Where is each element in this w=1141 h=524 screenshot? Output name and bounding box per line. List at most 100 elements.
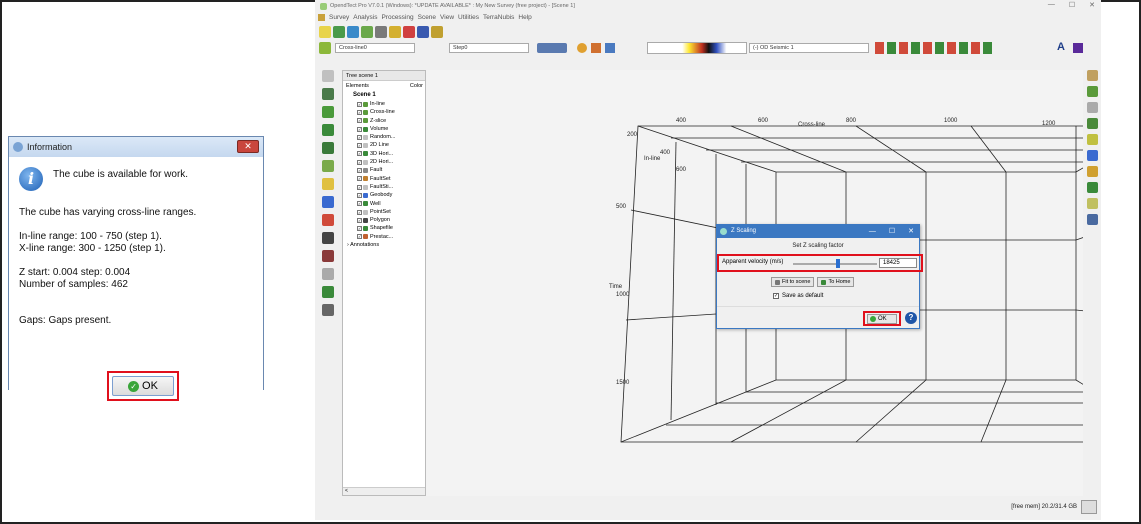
tree-checkbox[interactable]: ✓	[357, 126, 362, 132]
step-field[interactable]: Step0	[449, 43, 529, 53]
tree-checkbox[interactable]: ✓	[357, 184, 362, 190]
minimize-button[interactable]: —	[869, 225, 876, 238]
pointer-icon[interactable]	[319, 26, 331, 38]
tree-annotations[interactable]: › Annotations	[343, 241, 425, 250]
close-button[interactable]: ✕	[908, 225, 914, 238]
scroll-left-arrow[interactable]: <	[345, 488, 348, 494]
horizon-icon[interactable]	[347, 26, 359, 38]
tree-checkbox[interactable]: ✓	[357, 168, 362, 174]
maximize-button[interactable]: ☐	[889, 225, 895, 238]
close-button[interactable]: ✕	[1089, 1, 1095, 9]
tree-checkbox[interactable]: ✓	[357, 192, 362, 198]
tree-item[interactable]: ✓ 2D Line	[343, 141, 425, 149]
fit-to-scene-button[interactable]: Fit to scene	[771, 277, 815, 287]
menu-processing[interactable]: Processing	[381, 14, 413, 21]
tree-item[interactable]: ✓ PointSet	[343, 208, 425, 216]
tree-checkbox[interactable]: ✓	[357, 217, 362, 223]
menu-view[interactable]: View	[440, 14, 454, 21]
tree-checkbox[interactable]: ✓	[357, 201, 362, 207]
crossline-field[interactable]: Cross-line0	[335, 43, 415, 53]
ok-button[interactable]: ✓ OK	[112, 376, 174, 396]
nav-arrows[interactable]	[537, 43, 567, 53]
view-z-icon[interactable]	[322, 124, 334, 136]
tree-checkbox[interactable]: ✓	[357, 134, 362, 140]
attr-tool-icon[interactable]	[1087, 118, 1098, 129]
wellpanel-icon[interactable]	[322, 286, 334, 298]
stereo-icon[interactable]	[322, 250, 334, 262]
ok-button[interactable]: OK	[867, 314, 897, 324]
horizon-tool-icon[interactable]	[1087, 86, 1098, 97]
menu-scene[interactable]: Scene	[418, 14, 436, 21]
log-icon[interactable]	[322, 304, 334, 316]
tree-item[interactable]: ✓ Volume	[343, 125, 425, 133]
wave-tool-icon[interactable]	[1087, 198, 1098, 209]
colortable-icon[interactable]	[605, 43, 615, 53]
tools-icons[interactable]	[875, 42, 995, 54]
seismic-selector[interactable]: (-) OD Seismic 1	[749, 43, 869, 53]
menu-survey[interactable]: Survey	[329, 14, 349, 21]
menu-help[interactable]: Help	[518, 14, 531, 21]
color-icon[interactable]	[577, 43, 587, 53]
log-tool-icon[interactable]	[1087, 166, 1098, 177]
well-icon[interactable]	[375, 26, 387, 38]
tree-root[interactable]: Scene 1	[343, 91, 425, 100]
points-tool-icon[interactable]	[1087, 134, 1098, 145]
tree-checkbox[interactable]: ✓	[357, 176, 362, 182]
save-as-default[interactable]: ✓ Save as default	[773, 293, 823, 299]
neural-icon[interactable]	[417, 26, 429, 38]
colorbar[interactable]	[647, 42, 747, 54]
tree-checkbox[interactable]: ✓	[357, 159, 362, 165]
swap-icon[interactable]	[591, 43, 601, 53]
plugin-icon[interactable]	[431, 26, 443, 38]
settings-icon[interactable]	[319, 42, 331, 54]
tree-item[interactable]: ✓ Z-slice	[343, 117, 425, 125]
body-tool-icon[interactable]	[1087, 150, 1098, 161]
tree-item[interactable]: ✓ Prestac...	[343, 233, 425, 241]
tree-checkbox[interactable]: ✓	[357, 143, 362, 149]
flat-tool-icon[interactable]	[1087, 102, 1098, 113]
geo-tool-icon[interactable]	[1087, 214, 1098, 225]
tree-item[interactable]: ✓ Shapefile	[343, 224, 425, 232]
pick-icon[interactable]	[322, 178, 334, 190]
view-inline-icon[interactable]	[322, 88, 334, 100]
colorscale-icon[interactable]	[322, 214, 334, 226]
close-button[interactable]: ✕	[237, 140, 259, 153]
tree-item[interactable]: ✓ FaultSet	[343, 175, 425, 183]
view-north-icon[interactable]	[322, 142, 334, 154]
to-home-button[interactable]: To Home	[817, 277, 855, 287]
menu-terranubis[interactable]: TerraNubis	[483, 14, 514, 21]
tree-item[interactable]: ✓ 2D Hori...	[343, 158, 425, 166]
menu-utilities[interactable]: Utilities	[458, 14, 479, 21]
velocity-input[interactable]: 18425	[879, 258, 917, 268]
snapshot-icon[interactable]	[322, 232, 334, 244]
tree-item[interactable]: ✓ Polygon	[343, 216, 425, 224]
tree-checkbox[interactable]: ✓	[357, 109, 362, 115]
fault-icon[interactable]	[361, 26, 373, 38]
view-crossline-icon[interactable]	[322, 106, 334, 118]
annotation-a-icon[interactable]: A	[1057, 41, 1065, 53]
tree-checkbox[interactable]: ✓	[357, 101, 362, 107]
crossplot-icon[interactable]	[403, 26, 415, 38]
rotate-icon[interactable]	[322, 70, 334, 82]
tree-checkbox[interactable]: ✓	[357, 118, 362, 124]
velocity-slider[interactable]	[793, 259, 877, 268]
view-home-icon[interactable]	[322, 160, 334, 172]
attribute-icon[interactable]	[389, 26, 401, 38]
tree-item[interactable]: ✓ Cross-line	[343, 108, 425, 116]
help-icon[interactable]: ?	[905, 312, 917, 324]
tree-checkbox[interactable]: ✓	[357, 151, 362, 157]
maximize-button[interactable]: ☐	[1069, 1, 1075, 9]
slider-thumb[interactable]	[835, 259, 840, 268]
tree-item[interactable]: ✓ Fault	[343, 166, 425, 174]
shape-icon[interactable]	[1073, 43, 1083, 53]
tree-checkbox[interactable]: ✓	[357, 226, 362, 232]
well-tool-icon[interactable]	[1087, 70, 1098, 81]
tree-item[interactable]: ✓ Geobody	[343, 191, 425, 199]
tree-item[interactable]: ✓ FaultSti...	[343, 183, 425, 191]
bar-tool-icon[interactable]	[1087, 182, 1098, 193]
axis-icon[interactable]	[322, 196, 334, 208]
menu-analysis[interactable]: Analysis	[353, 14, 377, 21]
seismic-icon[interactable]	[333, 26, 345, 38]
tree-scrollbar[interactable]: <	[343, 487, 425, 495]
status-menu-button[interactable]	[1081, 500, 1097, 514]
